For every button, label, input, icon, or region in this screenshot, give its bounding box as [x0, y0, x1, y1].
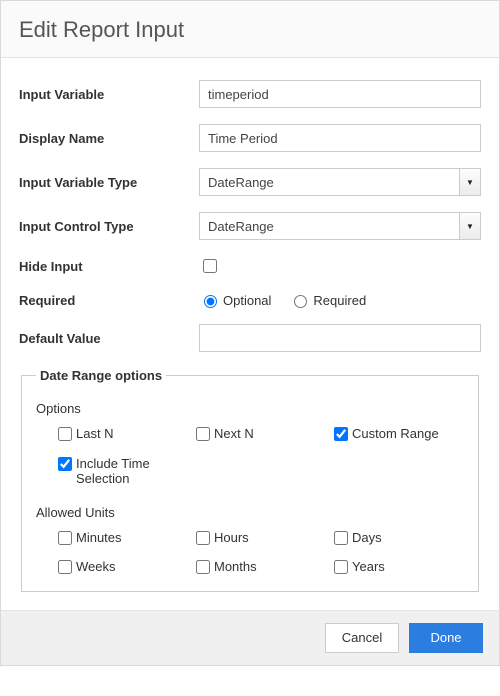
option-next-n[interactable]: Next N: [196, 426, 326, 442]
option-last-n[interactable]: Last N: [58, 426, 188, 442]
options-heading: Options: [36, 401, 464, 416]
input-control-type-value: DateRange: [208, 219, 274, 234]
dialog-footer: Cancel Done: [1, 610, 499, 665]
label-required: Required: [19, 293, 199, 308]
label-input-control-type: Input Control Type: [19, 219, 199, 234]
chevron-down-icon: ▼: [459, 213, 480, 239]
unit-minutes[interactable]: Minutes: [58, 530, 188, 546]
label-input-variable-type: Input Variable Type: [19, 175, 199, 190]
unit-days-label: Days: [352, 530, 382, 546]
unit-years[interactable]: Years: [334, 559, 464, 575]
hide-input-checkbox[interactable]: [203, 259, 217, 273]
input-variable-type-select[interactable]: DateRange ▼: [199, 168, 481, 196]
option-include-time-label: Include Time Selection: [76, 456, 188, 487]
unit-weeks-label: Weeks: [76, 559, 116, 575]
date-range-options-group: Date Range options Options Last N Next N…: [21, 368, 479, 592]
done-button[interactable]: Done: [409, 623, 483, 653]
unit-minutes-label: Minutes: [76, 530, 122, 546]
unit-months-label: Months: [214, 559, 257, 575]
allowed-units-heading: Allowed Units: [36, 505, 464, 520]
input-variable-field[interactable]: [199, 80, 481, 108]
input-variable-type-value: DateRange: [208, 175, 274, 190]
required-optional-radio[interactable]: Optional: [199, 292, 271, 308]
unit-days[interactable]: Days: [334, 530, 464, 546]
label-default-value: Default Value: [19, 331, 199, 346]
unit-hours[interactable]: Hours: [196, 530, 326, 546]
label-hide-input: Hide Input: [19, 259, 199, 274]
required-optional-label: Optional: [223, 293, 271, 308]
unit-months[interactable]: Months: [196, 559, 326, 575]
required-required-label: Required: [313, 293, 366, 308]
option-custom-range-label: Custom Range: [352, 426, 439, 442]
option-custom-range[interactable]: Custom Range: [334, 426, 464, 442]
dialog-body: Input Variable Display Name Input Variab…: [1, 58, 499, 610]
dialog-header: Edit Report Input: [1, 1, 499, 58]
unit-weeks[interactable]: Weeks: [58, 559, 188, 575]
label-input-variable: Input Variable: [19, 87, 199, 102]
date-range-options-legend: Date Range options: [36, 368, 166, 383]
display-name-field[interactable]: [199, 124, 481, 152]
option-last-n-label: Last N: [76, 426, 114, 442]
unit-hours-label: Hours: [214, 530, 249, 546]
option-next-n-label: Next N: [214, 426, 254, 442]
chevron-down-icon: ▼: [459, 169, 480, 195]
dialog-edit-report-input: Edit Report Input Input Variable Display…: [0, 0, 500, 666]
option-include-time[interactable]: Include Time Selection: [58, 456, 188, 487]
input-control-type-select[interactable]: DateRange ▼: [199, 212, 481, 240]
default-value-field[interactable]: [199, 324, 481, 352]
unit-years-label: Years: [352, 559, 385, 575]
dialog-title: Edit Report Input: [19, 17, 481, 43]
cancel-button[interactable]: Cancel: [325, 623, 399, 653]
label-display-name: Display Name: [19, 131, 199, 146]
required-required-radio[interactable]: Required: [289, 292, 366, 308]
